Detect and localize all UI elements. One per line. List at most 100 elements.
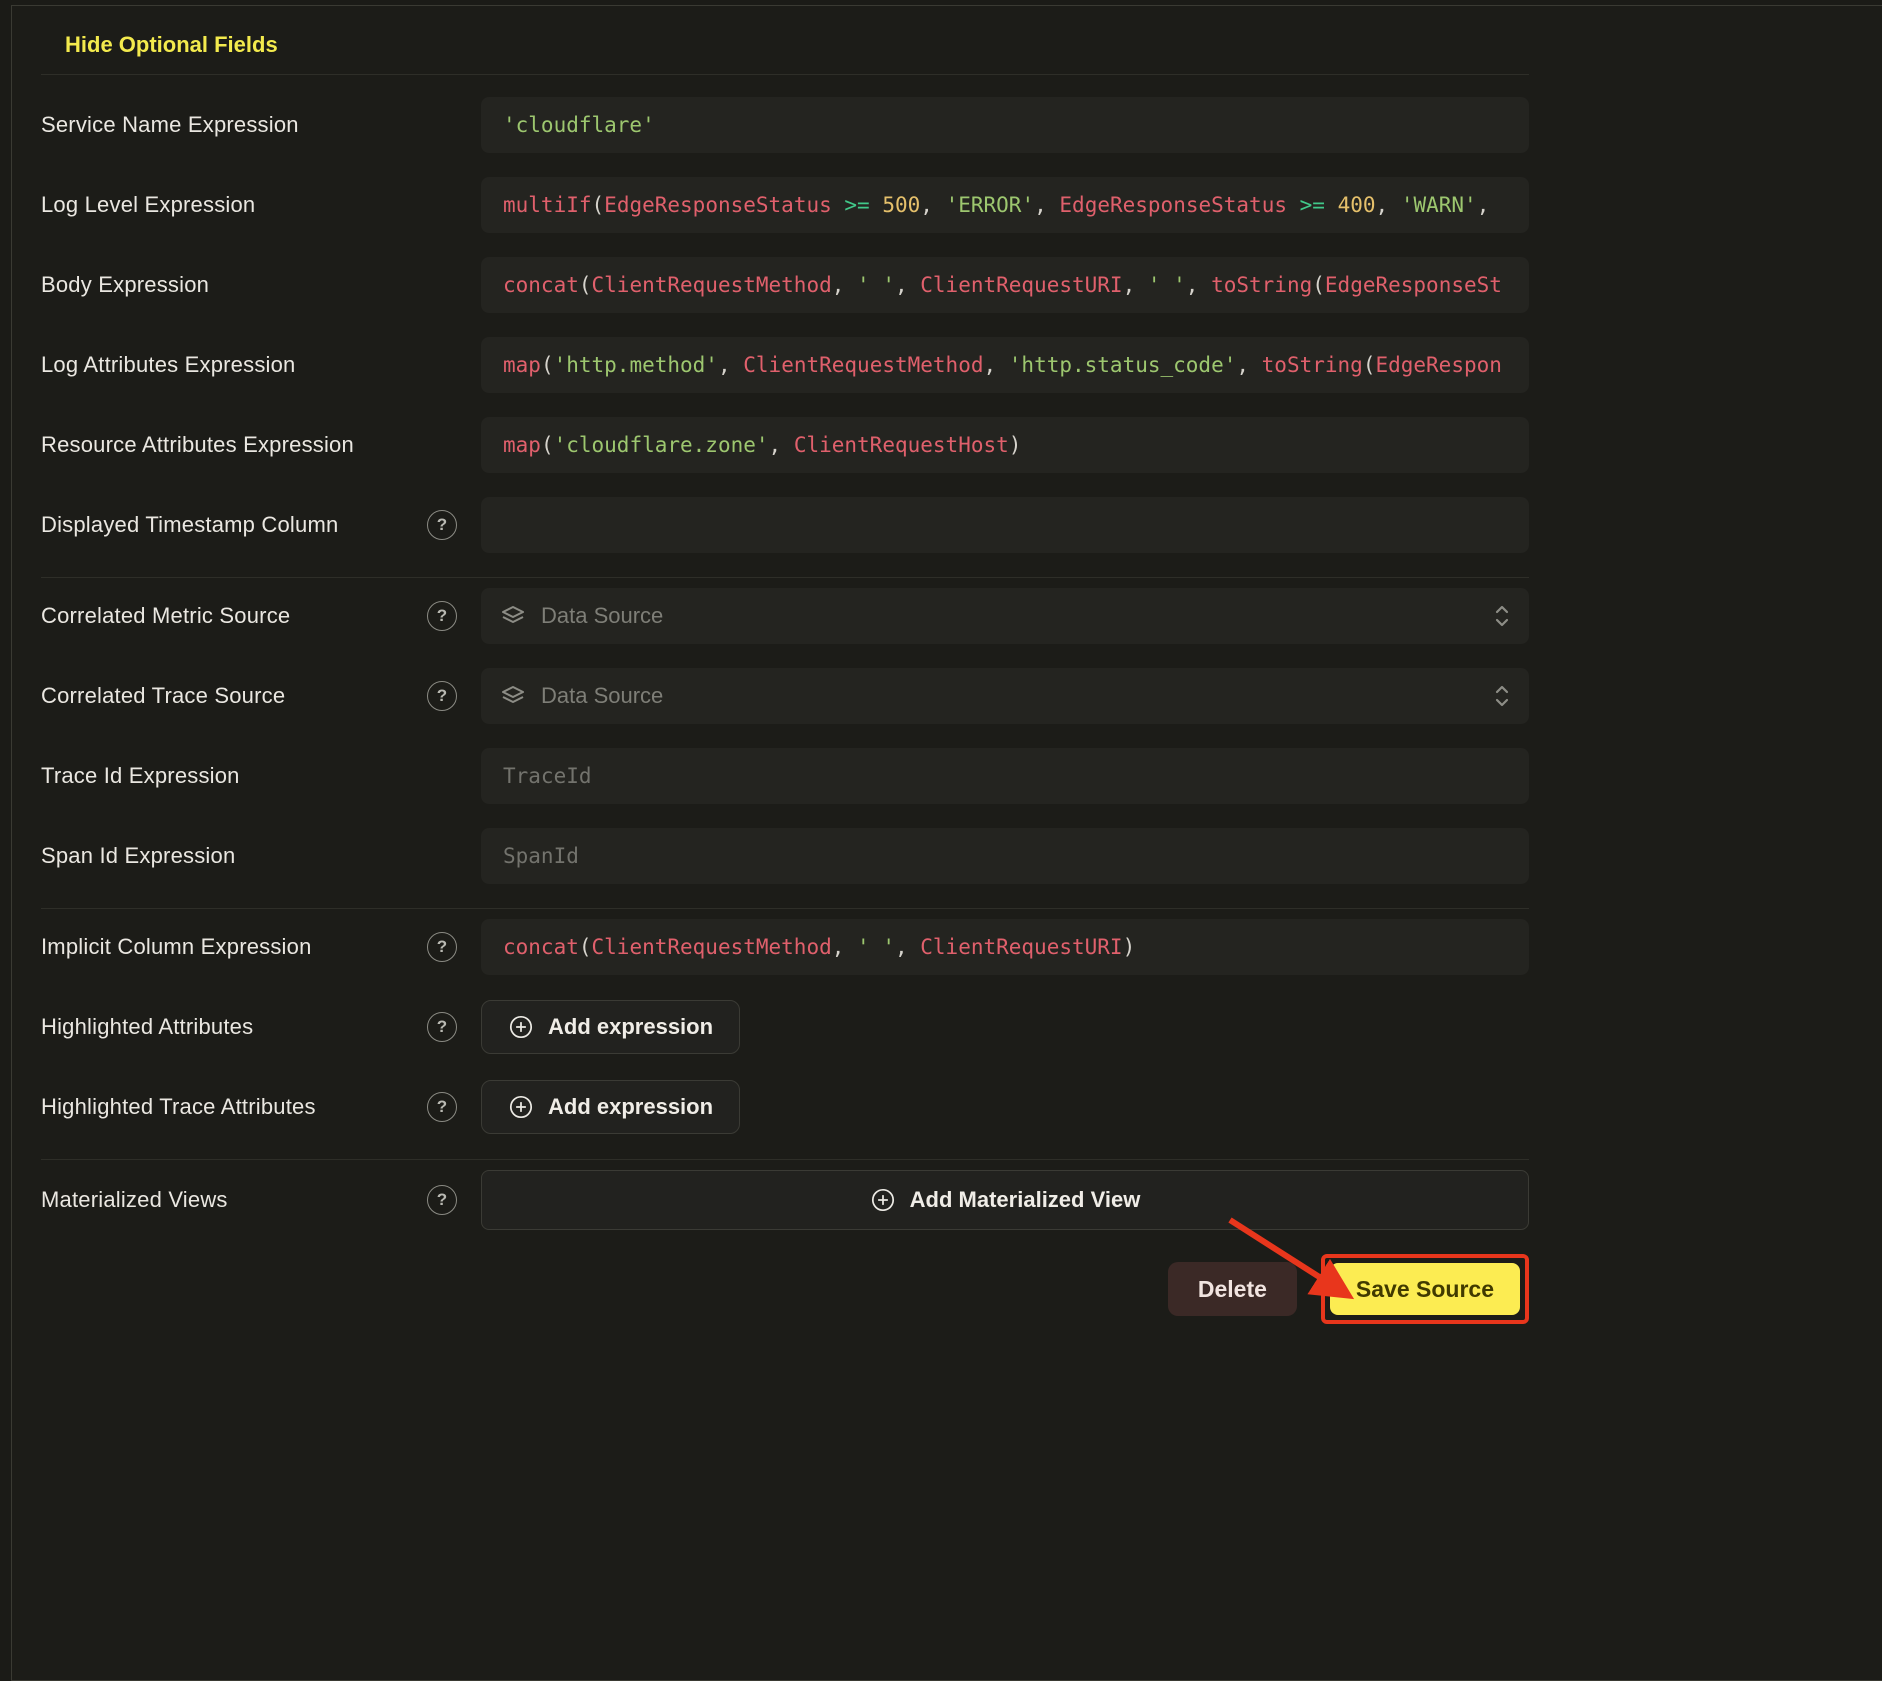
highlighted-attributes-control: Add expression: [481, 1000, 1529, 1054]
delete-button[interactable]: Delete: [1168, 1262, 1297, 1316]
code-token: 'cloudflare.zone': [554, 433, 769, 457]
form-row-trace-id-expression: Trace Id ExpressionTraceId: [41, 748, 1529, 804]
trace-id-expression-label-cell: Trace Id Expression: [41, 763, 481, 789]
code-token: ,: [832, 935, 857, 959]
service-name-expression-label-cell: Service Name Expression: [41, 112, 481, 138]
displayed-timestamp-column-control: [481, 497, 1529, 553]
form-rows: Service Name Expression 'cloudflare' Log L…: [41, 97, 1529, 1230]
code-token: [1287, 193, 1300, 217]
trace-id-expression-control: TraceId: [481, 748, 1529, 804]
divider: [41, 577, 1529, 578]
displayed-timestamp-column-input[interactable]: [481, 497, 1529, 553]
body-expression-label-cell: Body Expression: [41, 272, 481, 298]
code-token: 'WARN': [1401, 193, 1477, 217]
resource-attributes-expression-input[interactable]: map('cloudflare.zone', ClientRequestHost…: [481, 417, 1529, 473]
code-token: map: [503, 433, 541, 457]
span-id-expression-input[interactable]: SpanId: [481, 828, 1529, 884]
span-id-expression-label-cell: Span Id Expression: [41, 843, 481, 869]
divider: [41, 1159, 1529, 1160]
help-icon[interactable]: ?: [427, 1092, 457, 1122]
service-name-expression-label: Service Name Expression: [41, 112, 299, 138]
implicit-column-expression-control: concat(ClientRequestMethod, ' ', ClientR…: [481, 919, 1529, 975]
source-settings-panel: Hide Optional Fields Service Name Expres…: [11, 5, 1882, 1681]
code-token: [870, 193, 883, 217]
code-token: (: [579, 935, 592, 959]
correlated-trace-source-label-cell: Correlated Trace Source?: [41, 681, 481, 711]
highlighted-trace-attributes-label-cell: Highlighted Trace Attributes?: [41, 1092, 481, 1122]
body-expression-input[interactable]: concat(ClientRequestMethod, ' ', ClientR…: [481, 257, 1529, 313]
code-token: ,: [1034, 193, 1059, 217]
form-row-log-attributes-expression: Log Attributes Expression map('http.metho…: [41, 337, 1529, 393]
log-attributes-expression-input[interactable]: map('http.method', ClientRequestMethod, …: [481, 337, 1529, 393]
code-token: ClientRequestMethod: [743, 353, 983, 377]
code-token: ): [1009, 433, 1022, 457]
help-icon[interactable]: ?: [427, 932, 457, 962]
highlighted-attributes-label: Highlighted Attributes: [41, 1014, 253, 1040]
help-icon[interactable]: ?: [427, 1185, 457, 1215]
footer-actions: Delete Save Source: [41, 1254, 1529, 1324]
code-token: EdgeResponseStatus: [604, 193, 832, 217]
circle-plus-icon: [508, 1094, 534, 1120]
code-token: >=: [844, 193, 869, 217]
circle-plus-icon: [508, 1014, 534, 1040]
code-token: ClientRequestHost: [794, 433, 1009, 457]
code-token: 'http.status_code': [1009, 353, 1237, 377]
materialized-views-label-cell: Materialized Views?: [41, 1185, 481, 1215]
code-token: ClientRequestMethod: [592, 273, 832, 297]
code-token: 'http.method': [554, 353, 718, 377]
highlighted-attributes-add-button-label: Add expression: [548, 1014, 713, 1040]
correlated-trace-source-control: Data Source: [481, 668, 1529, 724]
implicit-column-expression-input[interactable]: concat(ClientRequestMethod, ' ', ClientR…: [481, 919, 1529, 975]
code-token: ,: [1236, 353, 1261, 377]
help-icon[interactable]: ?: [427, 510, 457, 540]
displayed-timestamp-column-label: Displayed Timestamp Column: [41, 512, 338, 538]
code-token: ' ': [1148, 273, 1186, 297]
chevron-updown-icon: [1493, 682, 1511, 710]
span-id-expression-label: Span Id Expression: [41, 843, 235, 869]
code-token: concat: [503, 935, 579, 959]
code-token: ,: [769, 433, 794, 457]
annotation-highlight-box: Save Source: [1321, 1254, 1529, 1324]
body-expression-control: concat(ClientRequestMethod, ' ', ClientR…: [481, 257, 1529, 313]
correlated-trace-source-select[interactable]: Data Source: [481, 668, 1529, 724]
code-token: toString: [1262, 353, 1363, 377]
form-row-log-level-expression: Log Level ExpressionmultiIf(EdgeResponse…: [41, 177, 1529, 233]
form-row-materialized-views: Materialized Views?Add Materialized View: [41, 1170, 1529, 1230]
code-token: ,: [983, 353, 1008, 377]
hide-optional-fields-toggle[interactable]: Hide Optional Fields: [65, 32, 278, 58]
source-settings-content: Hide Optional Fields Service Name Expres…: [41, 6, 1529, 1324]
highlighted-attributes-add-button[interactable]: Add expression: [481, 1000, 740, 1054]
code-token: ,: [895, 273, 920, 297]
correlated-metric-source-select[interactable]: Data Source: [481, 588, 1529, 644]
code-token: concat: [503, 273, 579, 297]
code-token: 'ERROR': [946, 193, 1035, 217]
log-attributes-expression-label-cell: Log Attributes Expression: [41, 352, 481, 378]
code-token: 500: [882, 193, 920, 217]
help-icon[interactable]: ?: [427, 601, 457, 631]
service-name-expression-input[interactable]: 'cloudflare': [481, 97, 1529, 153]
form-row-correlated-metric-source: Correlated Metric Source?Data Source: [41, 588, 1529, 644]
code-token: ClientRequestMethod: [592, 935, 832, 959]
code-token: >=: [1300, 193, 1325, 217]
code-token: ' ': [857, 935, 895, 959]
code-token: map: [503, 353, 541, 377]
help-icon[interactable]: ?: [427, 1012, 457, 1042]
displayed-timestamp-column-label-cell: Displayed Timestamp Column?: [41, 510, 481, 540]
log-attributes-expression-label: Log Attributes Expression: [41, 352, 295, 378]
form-row-displayed-timestamp-column: Displayed Timestamp Column?: [41, 497, 1529, 553]
layers-icon: [501, 684, 525, 708]
log-level-expression-input[interactable]: multiIf(EdgeResponseStatus >= 500, 'ERRO…: [481, 177, 1529, 233]
code-token: ,: [920, 193, 945, 217]
divider: [41, 74, 1529, 75]
code-token: 'cloudflare': [503, 113, 655, 137]
highlighted-trace-attributes-add-button[interactable]: Add expression: [481, 1080, 740, 1134]
materialized-views-add-button[interactable]: Add Materialized View: [481, 1170, 1529, 1230]
trace-id-expression-input[interactable]: TraceId: [481, 748, 1529, 804]
save-source-button[interactable]: Save Source: [1330, 1263, 1520, 1315]
span-id-expression-placeholder: SpanId: [503, 844, 579, 868]
correlated-metric-source-control: Data Source: [481, 588, 1529, 644]
correlated-trace-source-label: Correlated Trace Source: [41, 683, 285, 709]
help-icon[interactable]: ?: [427, 681, 457, 711]
materialized-views-control: Add Materialized View: [481, 1170, 1529, 1230]
form-row-span-id-expression: Span Id Expression SpanId: [41, 828, 1529, 884]
